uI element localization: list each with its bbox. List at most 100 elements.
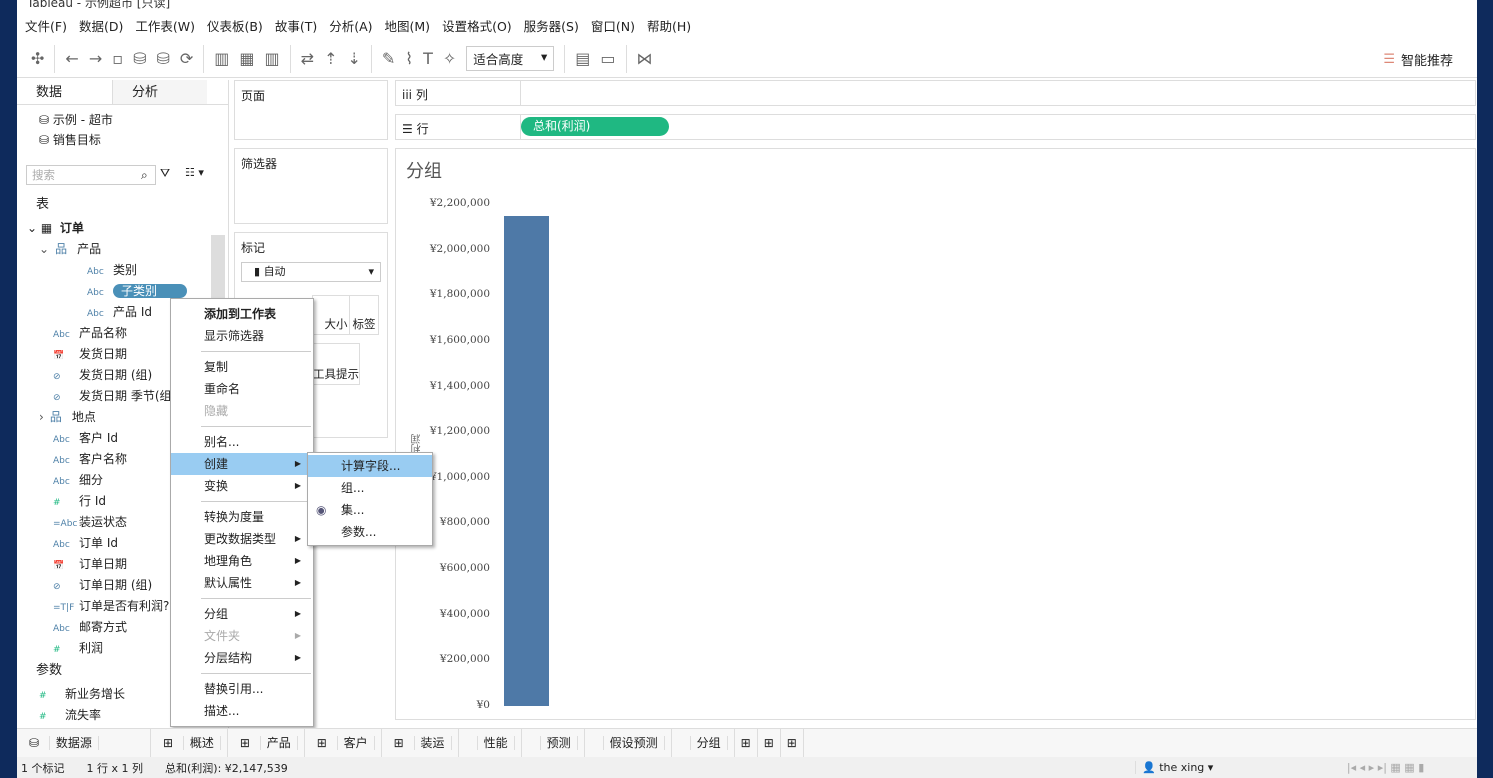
field-item[interactable]: Abc 细分 — [53, 471, 103, 491]
sheet-tab[interactable]: ⊞ 客户 — [305, 728, 382, 758]
new-dashboard-icon[interactable]: ⊞ — [758, 728, 781, 758]
sheet-tab[interactable]: ⊞ 产品 — [228, 728, 305, 758]
context-menu-item[interactable]: 地理角色 ▶ — [171, 550, 313, 572]
field-item[interactable]: Abc 客户名称 — [53, 450, 127, 470]
context-menu-item[interactable]: 创建 ▶ — [171, 453, 313, 475]
menu-item[interactable]: 数据(D) — [79, 16, 131, 38]
back-icon[interactable]: ← — [65, 49, 78, 68]
view-options-icon[interactable]: ☷ ▾ — [185, 166, 204, 179]
menu-item[interactable]: 帮助(H) — [647, 16, 699, 38]
field-item[interactable]: Abc 产品 Id — [87, 303, 152, 323]
field-item[interactable]: =Abc 装运状态 — [53, 513, 127, 533]
field-item[interactable]: Abc 产品名称 — [53, 324, 127, 344]
field-item[interactable]: Abc 订单 Id — [53, 534, 118, 554]
columns-shelf[interactable]: iii 列 — [395, 80, 1476, 106]
context-menu-item[interactable]: 显示筛选器 — [171, 325, 313, 347]
menu-item[interactable]: 窗口(N) — [591, 16, 643, 38]
context-menu-item[interactable]: 文件夹 ▶ — [171, 625, 313, 647]
menu-item[interactable]: 文件(F) — [25, 16, 75, 38]
menu-item[interactable]: 工作表(W) — [135, 16, 203, 38]
sheet-tab[interactable]: 性能 — [459, 728, 522, 758]
duplicate-icon[interactable]: ▦ — [239, 49, 254, 68]
field-item[interactable]: ⊘ 发货日期 季节(组) — [53, 387, 176, 407]
sheet-tab[interactable]: ⛁ 数据源 — [17, 728, 151, 758]
field-item[interactable]: ⊘ 订单日期 (组) — [53, 576, 152, 596]
sort-asc-icon[interactable]: ⇡ — [324, 49, 337, 68]
submenu-item[interactable]: 参数... — [308, 521, 432, 543]
show-me-icon[interactable]: ▤ — [575, 49, 590, 68]
sort-desc-icon[interactable]: ⇣ — [347, 49, 360, 68]
context-menu-item[interactable]: 替换引用... — [171, 678, 313, 700]
mark-type-dropdown[interactable]: ▮ 自动 ▾ — [241, 262, 381, 282]
menu-item[interactable]: 设置格式(O) — [442, 16, 520, 38]
context-menu-item[interactable]: 分层结构 ▶ — [171, 647, 313, 669]
field-item[interactable]: 📅 发货日期 — [53, 345, 127, 365]
save-icon[interactable]: ▫ — [112, 49, 123, 68]
attach-icon[interactable]: ⌇ — [405, 49, 413, 68]
smart-recommend-button[interactable]: ☰ 智能推荐 — [1383, 50, 1453, 69]
pause-icon[interactable]: ⛁ — [156, 49, 169, 68]
context-menu-item[interactable]: 转换为度量 — [171, 506, 313, 528]
pin-icon[interactable]: ✧ — [443, 49, 456, 68]
context-menu-item[interactable]: 复制 — [171, 356, 313, 378]
new-sheet-icon[interactable]: ⊞ — [735, 728, 758, 758]
context-menu-item[interactable]: 更改数据类型 ▶ — [171, 528, 313, 550]
highlight-icon[interactable]: ✎ — [382, 49, 395, 68]
clear-icon[interactable]: ▥ — [265, 49, 280, 68]
text-icon[interactable]: T — [423, 49, 433, 68]
expand-icon[interactable]: ⌄ — [39, 242, 49, 256]
filter-icon[interactable]: ⛛ — [160, 166, 170, 181]
new-sheet-icon[interactable]: ▥ — [214, 49, 229, 68]
field-item[interactable]: # 行 Id — [53, 492, 106, 512]
filters-card[interactable]: 筛选器 — [234, 148, 388, 224]
param-item[interactable]: # 新业务增长 — [39, 685, 125, 705]
presentation-icon[interactable]: ▭ — [600, 49, 615, 68]
forward-icon[interactable]: → — [89, 49, 102, 68]
submenu-item[interactable]: 组... — [308, 477, 432, 499]
menu-item[interactable]: 故事(T) — [275, 16, 325, 38]
field-item[interactable]: =T|F 订单是否有利润? — [53, 597, 169, 617]
sum-profit-pill[interactable]: 总和(利润) — [521, 117, 669, 136]
menu-item[interactable]: 分析(A) — [329, 16, 380, 38]
pages-card[interactable]: 页面 — [234, 80, 388, 140]
tab-analysis[interactable]: 分析‹ — [112, 80, 277, 104]
user-dropdown[interactable]: 👤 the xing ▾ — [1135, 761, 1255, 774]
menu-item[interactable]: 服务器(S) — [524, 16, 587, 38]
bar-mark[interactable] — [504, 215, 549, 706]
field-item[interactable]: ⊘ 发货日期 (组) — [53, 366, 152, 386]
tab-data[interactable]: 数据 — [17, 80, 112, 104]
datasource-item[interactable]: ⛁ 示例 - 超市 — [17, 110, 228, 130]
submenu-item[interactable]: ◉ 集... — [308, 499, 432, 521]
menu-item[interactable]: 地图(M) — [385, 16, 439, 38]
context-menu-item[interactable]: 分组 ▶ — [171, 603, 313, 625]
sheet-tab[interactable]: 预测 — [522, 728, 585, 758]
param-item[interactable]: # 流失率 — [39, 706, 101, 726]
context-menu-item[interactable]: 默认属性 ▶ — [171, 572, 313, 594]
field-item[interactable]: ⌄ 品产品 — [39, 240, 101, 258]
datasource-item[interactable]: ⛁ 销售目标 — [17, 130, 228, 150]
field-item[interactable]: Abc 类别 — [87, 261, 137, 281]
search-input[interactable]: 搜索 — [26, 165, 156, 185]
context-menu-item[interactable]: 添加到工作表 — [171, 303, 313, 325]
refresh-icon[interactable]: ⟳ — [180, 49, 193, 68]
menu-item[interactable]: 仪表板(B) — [207, 16, 271, 38]
new-story-icon[interactable]: ⊞ — [781, 728, 804, 758]
sheet-tab[interactable]: ⊞ 概述 — [151, 728, 228, 758]
field-item[interactable]: # 利润 — [53, 639, 103, 659]
field-item[interactable]: › 品地点 — [39, 408, 96, 426]
context-menu-item[interactable]: 隐藏 — [171, 400, 313, 422]
field-item[interactable]: 📅 订单日期 — [53, 555, 127, 575]
label-button[interactable]: 标签 — [349, 295, 379, 335]
expand-icon[interactable]: › — [39, 410, 44, 424]
tooltip-button[interactable]: 工具提示 — [312, 343, 360, 385]
submenu-item[interactable]: 计算字段... — [308, 455, 432, 477]
context-menu-item[interactable]: 别名... — [171, 431, 313, 453]
field-item[interactable]: Abc 邮寄方式 — [53, 618, 127, 638]
fit-dropdown[interactable]: 适合高度 ▾ — [466, 46, 555, 71]
sheet-tab[interactable]: 分组 — [672, 728, 735, 758]
page-nav[interactable]: |◂ ◂ ▸ ▸| ▦ ▦ ▮ — [1277, 761, 1477, 774]
share-icon[interactable]: ⋈ — [637, 49, 653, 68]
table-orders[interactable]: ⌄ ▦ 订单 — [27, 219, 84, 237]
swap-icon[interactable]: ⇄ — [301, 49, 314, 68]
context-menu-item[interactable]: 变换 ▶ — [171, 475, 313, 497]
